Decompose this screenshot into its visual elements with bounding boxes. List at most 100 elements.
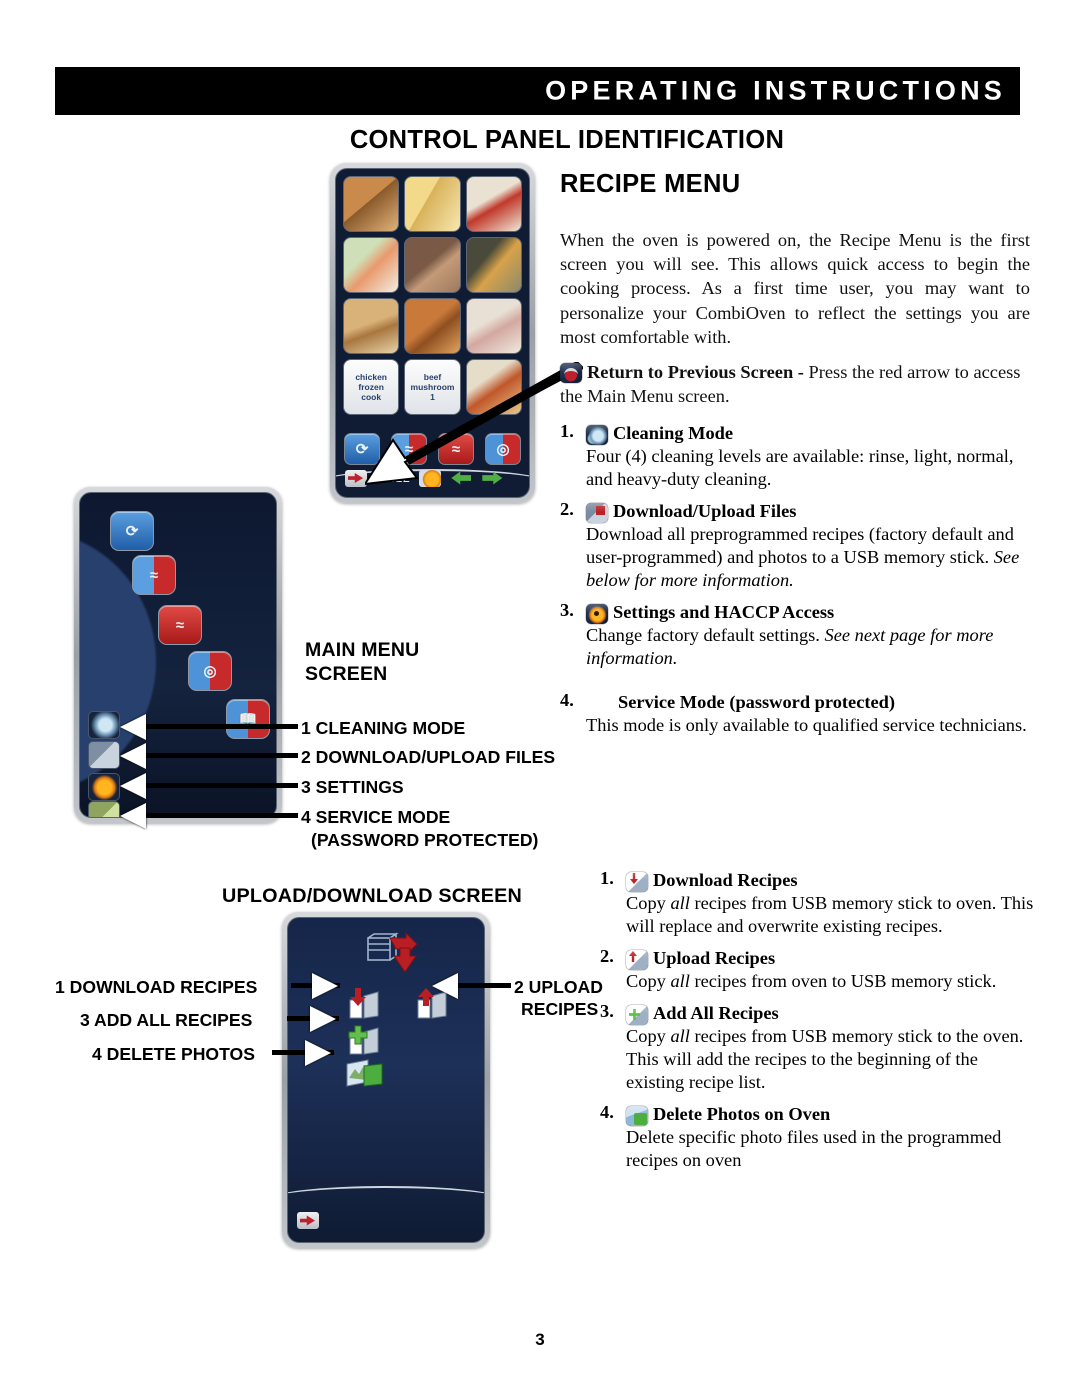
main-menu-screen-heading-line2: SCREEN — [305, 663, 388, 685]
callout-password-protected: (PASSWORD PROTECTED) — [311, 830, 539, 850]
add-all-recipes-screen-icon[interactable] — [348, 1024, 386, 1056]
item-body: Download all preprogrammed recipes (fact… — [586, 523, 1030, 592]
item-body-pre: Delete specific photo files used in the … — [626, 1127, 1002, 1170]
settings-haccp-icon — [586, 604, 608, 625]
download-recipes-icon — [626, 872, 648, 892]
item-title: Upload Recipes — [653, 948, 776, 968]
delete-photos-screen-icon[interactable] — [346, 1058, 384, 1090]
recipe-tile-pasta-fries[interactable] — [404, 176, 461, 232]
service-mode-menu-icon[interactable] — [88, 801, 120, 817]
item-number: 2. — [560, 499, 574, 520]
recipe-tile-pizza-pasta[interactable] — [465, 359, 522, 415]
arrowhead-upload-recipes — [432, 973, 458, 999]
recipe-tile-vegetable-roast[interactable] — [465, 237, 522, 293]
item-body-em: all — [670, 1026, 690, 1046]
item-body-pre: Copy — [626, 1026, 671, 1046]
page-indicator: 1...12 — [376, 471, 411, 485]
upload-recipes-icon — [626, 950, 648, 970]
recipe-tile-label: beef mushroom 1 — [410, 372, 455, 402]
combi-mode-icon[interactable]: ≈ — [132, 555, 176, 595]
item-title-row: Cleaning Mode — [586, 421, 1030, 446]
list-item-add-all-recipes: 3. Add All Recipes Copy all recipes from… — [600, 1001, 1040, 1094]
list-item-cleaning-mode: 1. Cleaning Mode Four (4) cleaning level… — [560, 421, 1030, 491]
recipe-book-icon[interactable]: 📖 — [226, 699, 270, 739]
leader-line-service — [146, 813, 298, 818]
delete-photos-icon — [626, 1106, 648, 1126]
ud-bottom-toolbar[interactable] — [288, 1202, 484, 1242]
item-body-pre: Copy — [626, 971, 671, 991]
cleaning-mode-menu-icon[interactable] — [88, 711, 120, 739]
arrowhead-add-all-recipes — [310, 1006, 336, 1032]
leader-line-upload-recipes — [455, 983, 511, 988]
recipe-menu-panel[interactable]: chicken frozen cook beef mushroom 1 ⟳ ≈ ≈ ◎ 1… — [330, 163, 535, 503]
recipe-tile-label: chicken frozen cook — [355, 372, 387, 402]
item-title: Download Recipes — [653, 870, 798, 890]
item-body: Copy all recipes from oven to USB memory… — [626, 970, 1040, 993]
settings-menu-icon[interactable] — [88, 773, 120, 801]
item-body: Copy all recipes from USB memory stick t… — [626, 892, 1040, 938]
settings-gear-icon[interactable] — [419, 469, 442, 487]
ud-return-arrow-icon[interactable] — [297, 1212, 319, 1229]
recipe-tile-grilled-meat[interactable] — [404, 237, 461, 293]
recipe-tile-roast-chicken[interactable] — [343, 176, 400, 232]
return-to-previous-screen-icon — [560, 363, 582, 384]
item-body-plain: Change factory default settings. — [586, 625, 825, 646]
intro-paragraph: When the oven is powered on, the Recipe … — [560, 230, 1030, 347]
callout-upload-recipes-line1: 2 UPLOAD — [514, 977, 603, 997]
callout-cleaning-mode: 1 CLEANING MODE — [301, 718, 466, 738]
leader-line-cleaning — [146, 724, 298, 729]
core-probe-mode-icon[interactable]: ◎ — [188, 651, 232, 691]
list-item-download-recipes: 1. Download Recipes Copy all recipes fro… — [600, 868, 1040, 938]
item-title: Download/Upload Files — [613, 501, 797, 522]
item-title-row: Download Recipes — [626, 868, 1040, 892]
upload-download-screen-panel[interactable] — [282, 912, 490, 1248]
leader-line-download — [146, 753, 298, 758]
upload-download-screen-heading: UPLOAD/DOWNLOAD SCREEN — [222, 885, 523, 907]
recipe-tile-fried-shrimp[interactable] — [404, 298, 461, 354]
download-upload-files-menu-icon[interactable] — [88, 741, 120, 769]
recipe-tile-chicken-frozen-cook[interactable]: chicken frozen cook — [343, 359, 400, 415]
steam-mode-icon[interactable]: ⟳ — [110, 511, 154, 551]
item-body-post: recipes from oven to USB memory stick. — [689, 971, 997, 991]
convection-mode-icon[interactable]: ≈ — [158, 605, 202, 645]
callout-service-mode: 4 SERVICE MODE — [301, 807, 451, 827]
recipe-tile-bread-slices[interactable] — [343, 298, 400, 354]
recipe-tile-grid[interactable]: chicken frozen cook beef mushroom 1 — [343, 176, 522, 415]
return-to-previous-screen-bullet: Return to Previous Screen - Press the re… — [560, 360, 1030, 408]
arrowhead-download-recipes — [312, 973, 338, 999]
return-arrow-icon[interactable] — [345, 469, 367, 487]
callout-upload-recipes-line2: RECIPES — [521, 999, 599, 1019]
list-item-upload-recipes: 2. Upload Recipes Copy all recipes from … — [600, 946, 1040, 993]
download-upload-files-icon — [586, 503, 608, 524]
item-number: 1. — [600, 868, 614, 888]
callout-delete-photos: 4 DELETE PHOTOS — [92, 1044, 255, 1064]
leader-line-settings — [146, 783, 298, 788]
page-number: 3 — [535, 1330, 545, 1349]
arrowhead-settings — [120, 773, 146, 799]
main-menu-screen-panel[interactable]: ⟳ ≈ ≈ ◎ 📖 — [74, 487, 282, 823]
main-menu-screen-heading-line1: MAIN MENU — [305, 639, 420, 661]
recipe-bottom-toolbar[interactable]: 1...12 — [336, 459, 529, 497]
transfer-numbered-list: 1. Download Recipes Copy all recipes fro… — [600, 868, 1040, 1180]
download-recipes-screen-icon[interactable] — [348, 988, 386, 1020]
arrowhead-cleaning — [120, 714, 146, 740]
item-title-row: Download/Upload Files — [586, 499, 1030, 524]
item-number: 4. — [560, 690, 574, 711]
next-page-icon[interactable] — [481, 470, 503, 487]
item-title-row: Upload Recipes — [626, 946, 1040, 970]
recipe-tile-salmon-plate[interactable] — [343, 237, 400, 293]
previous-page-icon[interactable] — [450, 470, 472, 487]
return-bullet-bold: Return to Previous Screen - — [587, 362, 804, 383]
item-number: 2. — [600, 946, 614, 966]
recipe-tile-sliced-pork[interactable] — [465, 298, 522, 354]
callout-add-all-recipes: 3 ADD ALL RECIPES — [80, 1010, 253, 1030]
item-body: This mode is only available to qualified… — [586, 715, 1027, 736]
item-number: 3. — [560, 600, 574, 621]
recipe-tile-tomato-flatbread[interactable] — [465, 176, 522, 232]
oven-download-graphic — [367, 932, 418, 973]
item-body-em: all — [670, 971, 690, 991]
list-item-download-upload-files: 2. Download/Upload Files Download all pr… — [560, 499, 1030, 592]
recipe-tile-beef-mushroom-1[interactable]: beef mushroom 1 — [404, 359, 461, 415]
item-title: Delete Photos on Oven — [653, 1104, 831, 1124]
list-item-settings-haccp: 3. Settings and HACCP Access Change fact… — [560, 600, 1030, 670]
